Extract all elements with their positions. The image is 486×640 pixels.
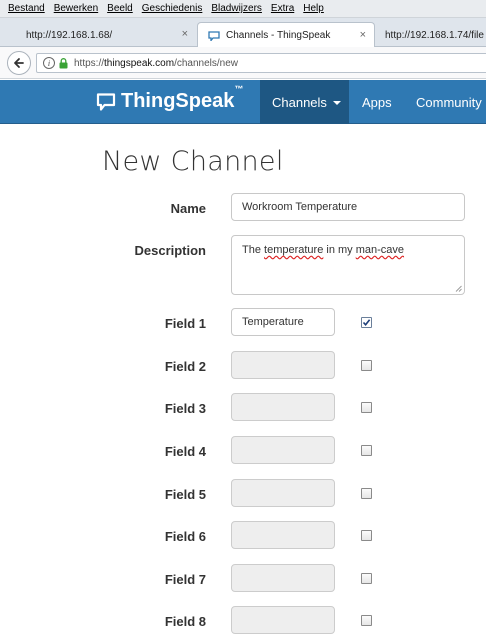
description-text-1: The	[242, 244, 265, 256]
menu-bladwijzers[interactable]: Bladwijzers	[211, 3, 262, 14]
description-text-3: in my	[323, 244, 356, 256]
trademark: ™	[234, 84, 244, 94]
field-8-input[interactable]	[231, 606, 335, 634]
field-2-input[interactable]	[231, 351, 335, 379]
field-4-checkbox[interactable]	[361, 445, 372, 456]
description-text-4: man-cave	[355, 244, 405, 256]
browser-navbar: i https://thingspeak.com/channels/new	[0, 47, 486, 79]
tab-title: http://192.168.1.74/file	[385, 29, 484, 41]
field-7-checkbox[interactable]	[361, 573, 372, 584]
field-8-label: Field 8	[164, 614, 206, 629]
tab-title: http://192.168.1.68/	[26, 29, 113, 41]
nav-label: Apps	[362, 94, 392, 110]
caret-down-icon	[332, 101, 341, 105]
nav-community[interactable]: Community	[404, 80, 486, 124]
field-3-label: Field 3	[164, 401, 206, 416]
info-icon[interactable]: i	[43, 57, 55, 69]
browser-tabstrip: http://192.168.1.68/ × Channels - ThingS…	[0, 18, 486, 48]
arrow-left-icon	[14, 58, 24, 68]
nav-label: Channels	[272, 94, 327, 110]
menu-beeld[interactable]: Beeld	[107, 3, 133, 14]
field-5-checkbox[interactable]	[361, 488, 372, 499]
field-2-label: Field 2	[164, 359, 206, 374]
back-button[interactable]	[7, 51, 31, 75]
brand-logo[interactable]: ThingSpeak™	[96, 84, 243, 113]
field-2-checkbox[interactable]	[361, 360, 372, 371]
url-prefix: https://	[74, 57, 105, 69]
tab-channels-thingspeak[interactable]: Channels - ThingSpeak ×	[197, 22, 375, 48]
field-5-label: Field 5	[164, 487, 206, 502]
page-title: New Channel	[102, 146, 284, 177]
checkmark-icon	[362, 319, 371, 327]
menu-bewerken[interactable]: Bewerken	[54, 3, 98, 14]
description-label: Description	[134, 243, 206, 258]
close-icon[interactable]: ×	[360, 29, 366, 41]
field-7-input[interactable]	[231, 564, 335, 592]
menu-geschiedenis[interactable]: Geschiedenis	[142, 3, 203, 14]
field-5-input[interactable]	[231, 479, 335, 507]
nav-apps[interactable]: Apps	[350, 80, 404, 124]
tab-192-168-1-74[interactable]: http://192.168.1.74/file	[375, 22, 486, 48]
menu-bestand[interactable]: Bestand	[8, 3, 45, 14]
field-6-input[interactable]	[231, 521, 335, 549]
field-1-label: Field 1	[164, 316, 206, 331]
nav-channels[interactable]: Channels	[260, 80, 349, 124]
field-6-checkbox[interactable]	[361, 530, 372, 541]
brand-text: ThingSpeak	[121, 90, 235, 112]
field-4-label: Field 4	[164, 444, 206, 459]
name-input[interactable]: Workroom Temperature	[231, 193, 465, 221]
browser-menubar: Bestand Bewerken Beeld Geschiedenis Blad…	[0, 0, 486, 18]
field-6-label: Field 6	[164, 529, 206, 544]
field-1-input[interactable]: Temperature	[231, 308, 335, 336]
field-7-label: Field 7	[164, 572, 206, 587]
url-path: /channels/new	[174, 57, 238, 69]
speech-bubble-icon	[208, 30, 220, 41]
field-4-input[interactable]	[231, 436, 335, 464]
name-label: Name	[170, 201, 206, 216]
url-text: https://thingspeak.com/channels/new	[74, 58, 238, 69]
lock-icon[interactable]	[59, 57, 68, 69]
tab-192-168-1-68[interactable]: http://192.168.1.68/ ×	[16, 22, 196, 48]
tab-title: Channels - ThingSpeak	[226, 30, 331, 41]
menu-help[interactable]: Help	[303, 3, 324, 14]
speech-bubble-icon	[96, 92, 116, 111]
url-bar[interactable]: i https://thingspeak.com/channels/new	[36, 53, 486, 73]
menu-extra[interactable]: Extra	[271, 3, 294, 14]
brand-name: ThingSpeak™	[121, 84, 243, 113]
close-icon[interactable]: ×	[182, 28, 188, 40]
field-3-checkbox[interactable]	[361, 402, 372, 413]
description-textarea[interactable]: The temperature in my man-cave	[231, 235, 465, 295]
field-1-checkbox[interactable]	[361, 317, 372, 328]
resize-grip-icon[interactable]	[455, 285, 462, 292]
field-3-input[interactable]	[231, 393, 335, 421]
site-header: ThingSpeak™ Channels Apps Community	[0, 80, 486, 124]
url-domain: thingspeak.com	[104, 57, 175, 69]
description-text-2: temperature	[264, 244, 324, 256]
nav-label: Community	[416, 94, 482, 110]
field-8-checkbox[interactable]	[361, 615, 372, 626]
